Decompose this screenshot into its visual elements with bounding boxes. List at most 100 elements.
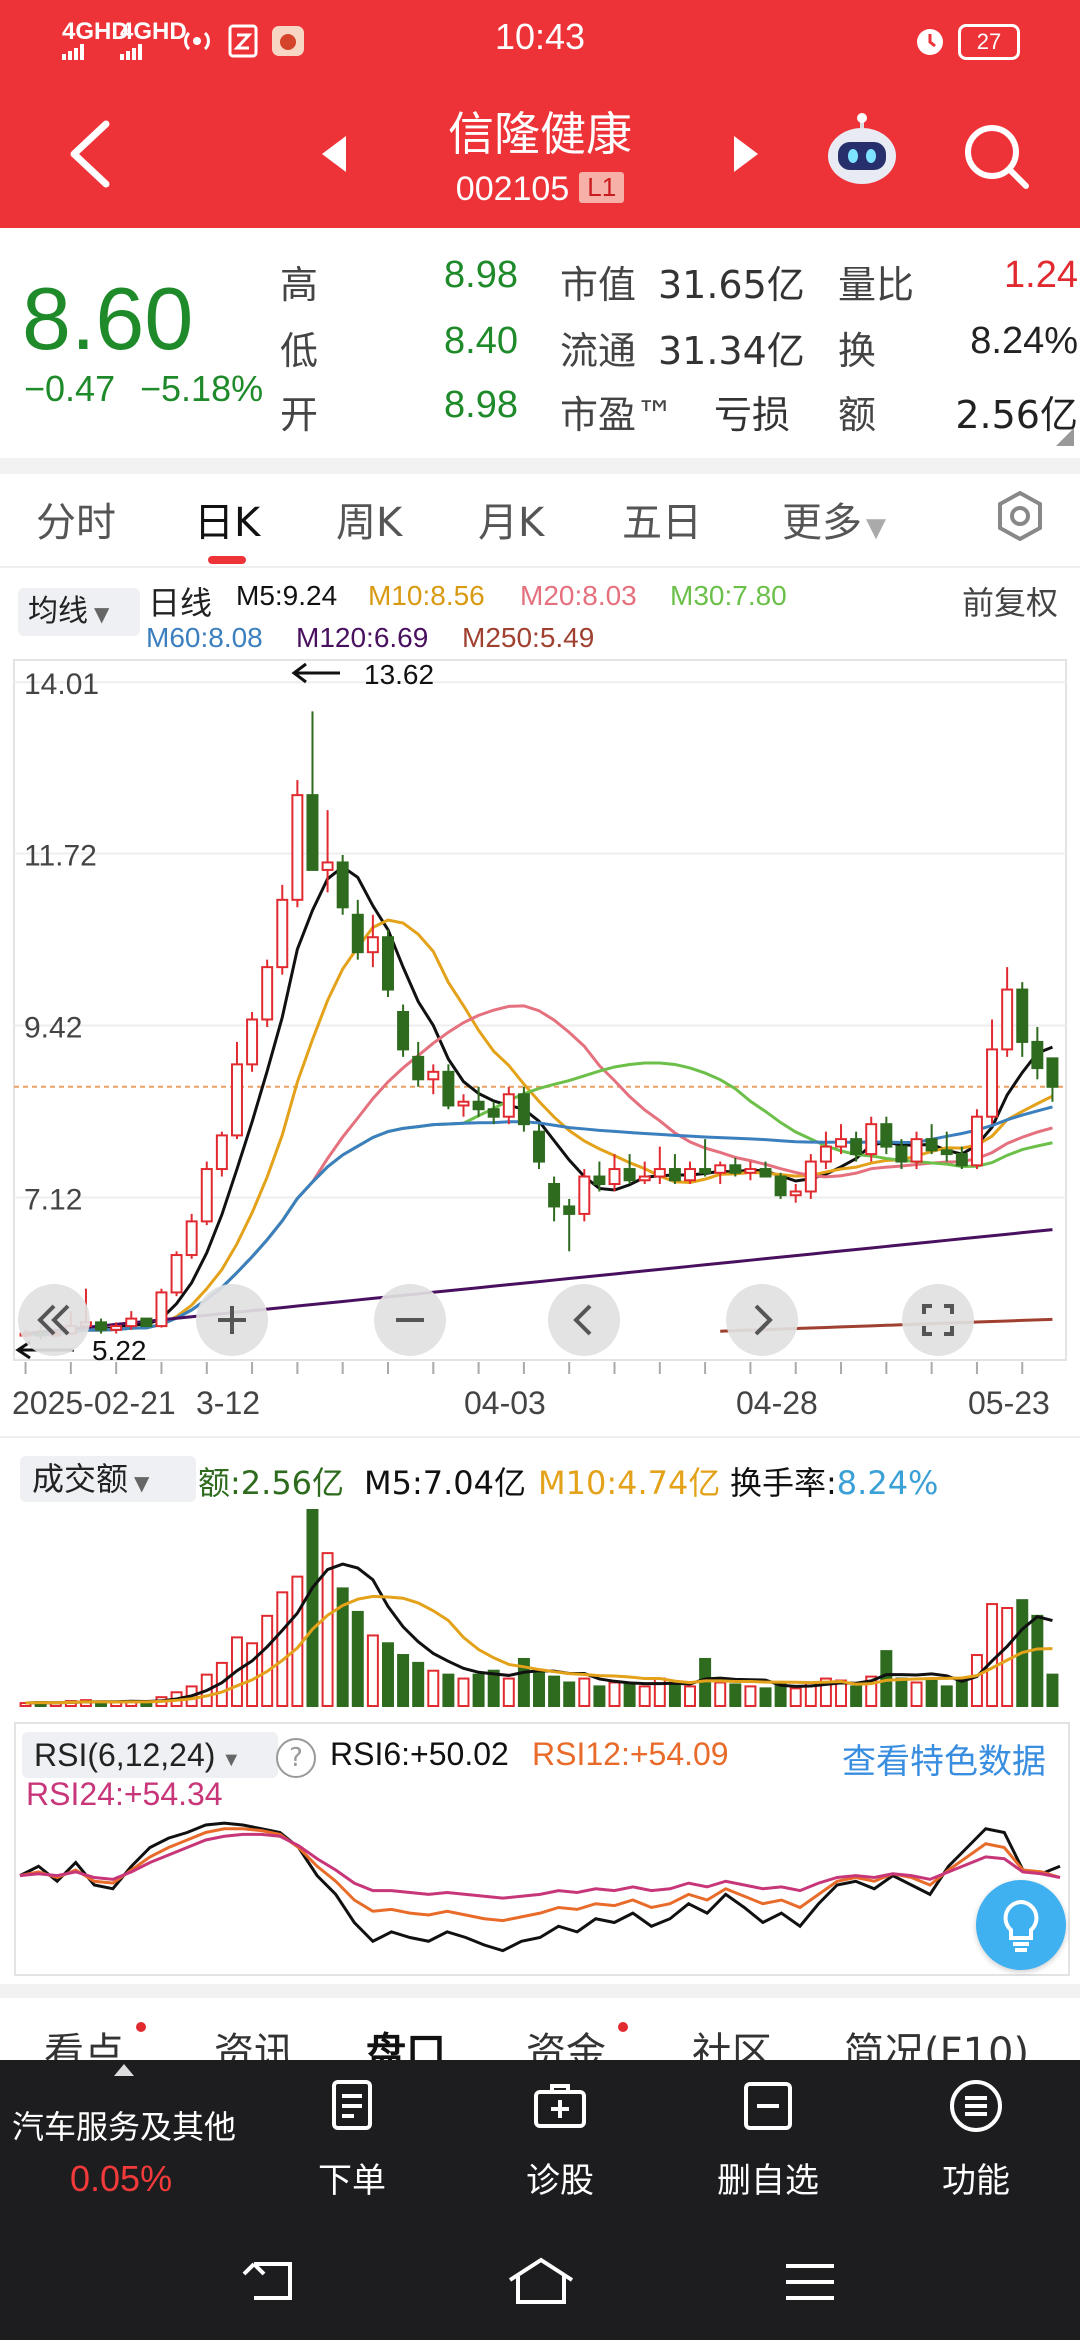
candle bbox=[668, 1168, 681, 1182]
zoom-out-button[interactable] bbox=[374, 1284, 446, 1356]
turnover-value: 8.24% bbox=[970, 320, 1078, 362]
divider bbox=[0, 458, 1080, 474]
amount-chart[interactable] bbox=[0, 1500, 1080, 1714]
amount-bar bbox=[850, 1685, 863, 1707]
battery-icon: 27 bbox=[958, 24, 1020, 60]
tab-weekly-k[interactable]: 周K bbox=[336, 490, 402, 548]
tab-intraday[interactable]: 分时 bbox=[36, 490, 116, 548]
sub-indicator-selector[interactable]: 成交额 ▼ bbox=[20, 1456, 196, 1502]
rsi-chart[interactable] bbox=[16, 1770, 1064, 1970]
amount-bar bbox=[442, 1673, 455, 1707]
amount-bar bbox=[351, 1610, 364, 1707]
ma120-value: M120:6.69 bbox=[296, 622, 429, 653]
candle bbox=[1046, 1057, 1059, 1088]
candle bbox=[155, 1291, 168, 1328]
candle bbox=[744, 1168, 757, 1174]
candle bbox=[110, 1325, 123, 1331]
candle bbox=[140, 1317, 153, 1328]
amount-bar bbox=[472, 1673, 485, 1707]
candle bbox=[714, 1164, 727, 1174]
system-menu-icon[interactable] bbox=[782, 2260, 838, 2308]
candle bbox=[925, 1138, 938, 1152]
tab-five-day[interactable]: 五日 bbox=[622, 490, 702, 548]
candle bbox=[412, 1055, 425, 1081]
fullscreen-button[interactable] bbox=[902, 1284, 974, 1356]
search-icon[interactable] bbox=[962, 122, 1032, 196]
stock-code-row: 002105 L1 bbox=[0, 170, 1080, 209]
amount-bar bbox=[895, 1677, 908, 1707]
system-home-icon[interactable] bbox=[506, 2256, 576, 2310]
amount-bar bbox=[986, 1603, 999, 1707]
candle bbox=[593, 1175, 606, 1185]
x-axis-label: 3-12 bbox=[196, 1385, 261, 1422]
diagnose-stock-button[interactable]: 诊股 bbox=[490, 2078, 630, 2202]
turnover-rate: 换手率:8.24% bbox=[730, 1458, 938, 1504]
menu-circle-icon bbox=[950, 2080, 1002, 2132]
plus-icon bbox=[218, 1306, 246, 1334]
robot-assistant-icon[interactable] bbox=[822, 112, 902, 196]
stock-code: 002105 bbox=[455, 170, 570, 208]
turnover-label: 换 bbox=[838, 329, 877, 373]
amount-bar bbox=[623, 1683, 636, 1708]
place-order-button[interactable]: 下单 bbox=[282, 2078, 422, 2202]
candle bbox=[1001, 988, 1014, 1051]
sector-name[interactable]: 汽车服务及其他 bbox=[12, 2102, 236, 2148]
pe-label: 市盈™ bbox=[560, 393, 675, 437]
scroll-right-button[interactable] bbox=[726, 1284, 798, 1356]
tab-monthly-k[interactable]: 月K bbox=[478, 490, 544, 548]
x-axis-ticks bbox=[24, 1362, 1024, 1374]
amount-bar bbox=[578, 1677, 591, 1707]
amount-bar bbox=[487, 1669, 500, 1707]
amount-bar bbox=[684, 1685, 696, 1707]
stock-name: 信隆健康 bbox=[448, 107, 632, 161]
y-tick-label: 11.72 bbox=[24, 839, 97, 872]
ma10-value: M10:8.56 bbox=[368, 580, 485, 611]
ma5-value: M5:9.24 bbox=[236, 580, 338, 611]
amount-bar bbox=[366, 1634, 379, 1707]
kline-chart[interactable]: 14.01 11.72 9.42 7.12 13.62 5.22 bbox=[0, 656, 1080, 1396]
double-chevron-left-icon bbox=[37, 1304, 70, 1336]
amount-ma10: M10:4.74亿 bbox=[538, 1464, 721, 1502]
amount-bar bbox=[729, 1683, 742, 1708]
next-stock-icon[interactable] bbox=[732, 134, 762, 178]
candle bbox=[276, 898, 289, 969]
ma20-value: M20:8.03 bbox=[520, 580, 637, 611]
scroll-start-button[interactable] bbox=[18, 1284, 90, 1356]
candle bbox=[638, 1175, 651, 1182]
scroll-left-button[interactable] bbox=[548, 1284, 620, 1356]
amount-bar bbox=[940, 1685, 953, 1707]
x-axis-label: 04-28 bbox=[736, 1385, 818, 1421]
candle bbox=[986, 1048, 999, 1118]
ma250-value: M250:5.49 bbox=[462, 622, 595, 653]
chart-settings-icon[interactable] bbox=[994, 490, 1046, 546]
candle bbox=[291, 794, 304, 901]
candle bbox=[895, 1145, 908, 1163]
price-change-pct: −5.18% bbox=[140, 368, 264, 409]
indicator-selector[interactable]: 均线 ▼ bbox=[18, 588, 140, 636]
adjustment-toggle[interactable]: 前复权 bbox=[962, 578, 1058, 624]
amount-bar bbox=[412, 1661, 425, 1708]
tab-more[interactable]: 更多 ▼ bbox=[782, 490, 886, 548]
amount-bar bbox=[563, 1681, 576, 1707]
ma30-value: M30:7.80 bbox=[670, 580, 787, 611]
expand-up-icon[interactable] bbox=[112, 2062, 136, 2082]
tips-button[interactable] bbox=[976, 1880, 1066, 1970]
candle bbox=[442, 1070, 455, 1107]
high-value: 8.98 bbox=[444, 254, 518, 296]
expand-corner-icon[interactable] bbox=[1056, 428, 1074, 450]
candle bbox=[608, 1168, 621, 1185]
candle bbox=[246, 1018, 259, 1066]
zoom-in-button[interactable] bbox=[196, 1284, 268, 1356]
bottom-action-bar: 汽车服务及其他 0.05% 下单 诊股 删自选 功能 bbox=[0, 2060, 1080, 2340]
candle bbox=[95, 1321, 108, 1331]
candle bbox=[729, 1164, 742, 1174]
amount-bar bbox=[306, 1509, 319, 1707]
tab-daily-k[interactable]: 日K bbox=[194, 490, 260, 548]
candle bbox=[261, 966, 274, 1021]
remove-watchlist-button[interactable]: 删自选 bbox=[698, 2078, 838, 2202]
candle bbox=[397, 1011, 410, 1051]
amount-bar bbox=[427, 1669, 440, 1707]
y-tick-label: 7.12 bbox=[24, 1183, 82, 1216]
functions-button[interactable]: 功能 bbox=[906, 2078, 1046, 2202]
system-back-icon[interactable] bbox=[240, 2256, 300, 2310]
